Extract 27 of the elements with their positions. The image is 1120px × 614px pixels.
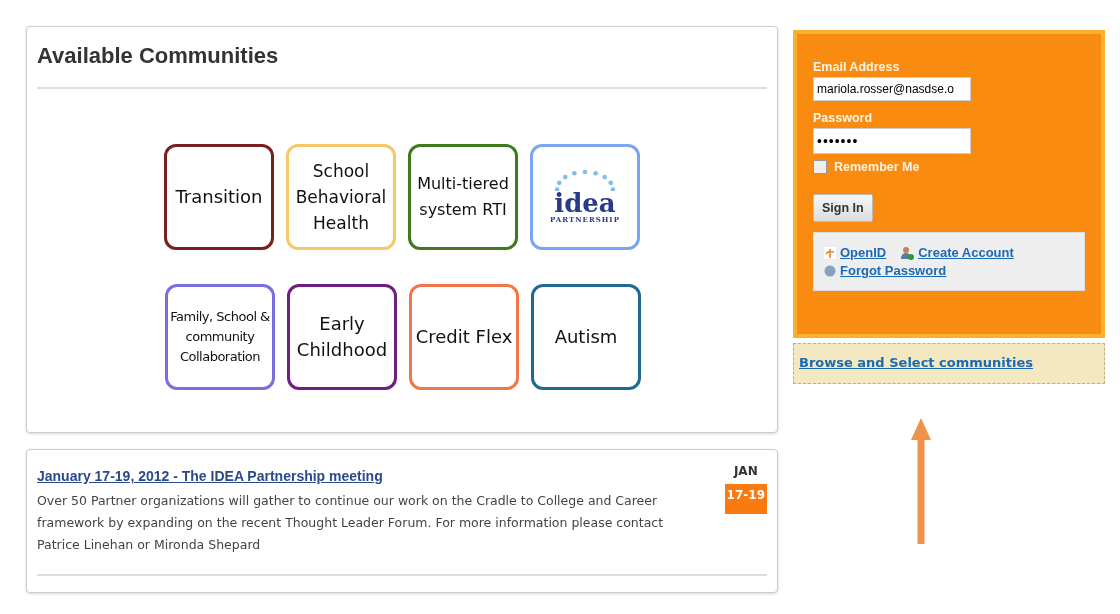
event-description: Over 50 Partner organizations will gather to continue our work on the Cradle to College and Career framework by expanding on the recent Thought Leader Forum. For more information please contact Patrice Linehan or Mironda Shepard bbox=[37, 492, 665, 554]
create-account-link[interactable]: Create Account bbox=[918, 245, 1014, 260]
community-tile[interactable]: Transition bbox=[164, 144, 274, 250]
browse-communities-link[interactable]: Browse and Select communities bbox=[799, 355, 1034, 370]
event-days-badge: 17-19 bbox=[724, 484, 767, 514]
openid-icon bbox=[824, 246, 836, 259]
remember-checkbox[interactable] bbox=[813, 160, 827, 174]
user-add-icon bbox=[900, 245, 915, 260]
sign-in-button[interactable]: Sign In bbox=[813, 194, 873, 222]
community-tile[interactable]: Family, School & community Collaboration bbox=[165, 284, 275, 390]
community-tile[interactable]: School Behavioral Health bbox=[286, 144, 396, 250]
community-tile[interactable]: Credit Flex bbox=[409, 284, 519, 390]
event-month: JAN bbox=[733, 464, 758, 478]
panel-title: Available Communities bbox=[37, 43, 280, 69]
community-tile[interactable]: Autism bbox=[531, 284, 641, 390]
community-tile[interactable]: Multi-tiered system RTI bbox=[408, 144, 518, 250]
password-field[interactable]: ••••••• bbox=[813, 128, 971, 154]
field-label: Password bbox=[813, 111, 873, 125]
openid-link[interactable]: OpenID bbox=[840, 245, 887, 260]
logo-text: idea bbox=[554, 191, 616, 215]
email-field[interactable]: mariola.rosser@nasdse.o bbox=[813, 77, 971, 101]
forgot-password-link[interactable]: Forgot Password bbox=[840, 263, 947, 278]
community-tile[interactable]: Early Childhood bbox=[287, 284, 397, 390]
event-title-link[interactable]: January 17-19, 2012 - The IDEA Partnership meeting bbox=[37, 468, 705, 484]
checkbox-label: Remember Me bbox=[834, 160, 920, 174]
help-icon bbox=[824, 264, 836, 277]
field-label: Email Address bbox=[813, 60, 900, 74]
